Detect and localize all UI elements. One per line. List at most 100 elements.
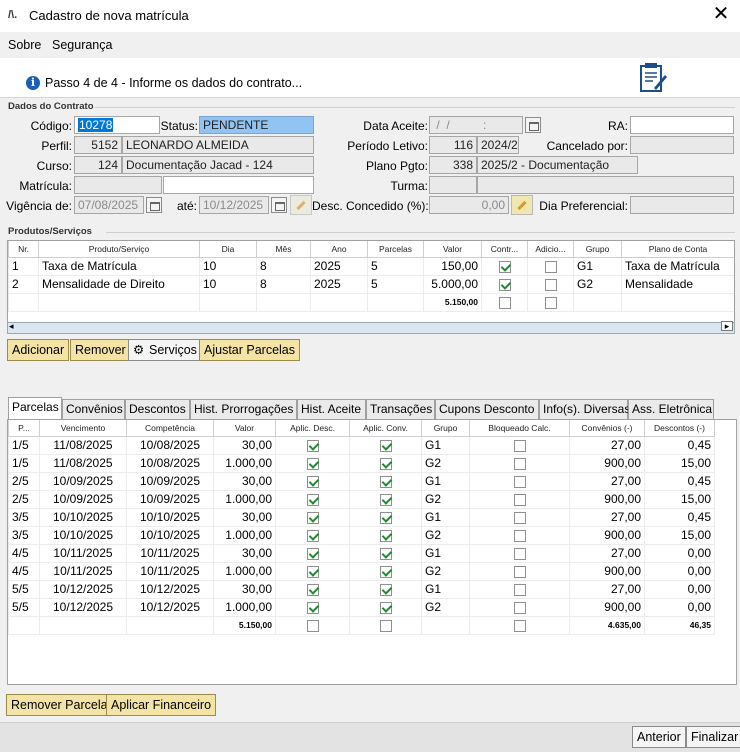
produtos-col-header[interactable]: Contr... <box>481 241 528 258</box>
parcela-cell-aplic-desc[interactable] <box>275 489 350 509</box>
adicionar-button[interactable]: Adicionar <box>7 339 70 361</box>
remover-button[interactable]: Remover <box>70 339 131 361</box>
parcelas-col-header[interactable]: Valor <box>213 420 276 437</box>
menu-seguranca[interactable]: Segurança <box>52 38 112 52</box>
table-row[interactable]: 3/5 10/10/2025 10/10/2025 1.000,00 G2 900,00 1… <box>8 525 715 545</box>
contr-checkbox[interactable] <box>498 296 511 309</box>
aplic-conv-checkbox[interactable] <box>379 493 392 506</box>
contr-checkbox[interactable] <box>498 278 511 291</box>
bloqueado-checkbox[interactable] <box>513 547 526 560</box>
tab-cupons-desconto[interactable]: Cupons Desconto <box>435 399 539 419</box>
finalizar-button[interactable]: Finalizar <box>686 726 740 748</box>
parcela-cell-bloqueado[interactable] <box>469 435 570 455</box>
parcela-cell-bloqueado[interactable] <box>469 615 570 635</box>
matricula-extra-field[interactable] <box>163 176 314 194</box>
produtos-grid[interactable]: Nr. Produto/Serviço Dia Mês Ano Parcelas Valor… <box>7 240 735 333</box>
parcelas-col-header[interactable]: Aplic. Desc. <box>275 420 350 437</box>
produtos-col-header[interactable]: Plano de Conta <box>621 241 734 258</box>
aplic-conv-checkbox[interactable] <box>379 457 392 470</box>
tab-info-s-diversas[interactable]: Info(s). Diversas <box>539 399 630 419</box>
contr-checkbox[interactable] <box>498 260 511 273</box>
bloqueado-checkbox[interactable] <box>513 529 526 542</box>
parcelas-col-header[interactable]: P... <box>8 420 40 437</box>
menu-sobre[interactable]: Sobre <box>8 38 41 52</box>
parcela-cell-bloqueado[interactable] <box>469 597 570 617</box>
aplic-conv-checkbox[interactable] <box>379 601 392 614</box>
adic-checkbox[interactable] <box>544 260 557 273</box>
aplic-conv-checkbox[interactable] <box>379 475 392 488</box>
produtos-col-header[interactable]: Dia <box>199 241 257 258</box>
parcelas-grid[interactable]: P... Vencimento Competência Valor Aplic. Des… <box>7 419 737 685</box>
parcela-cell-aplic-conv[interactable] <box>349 525 422 545</box>
table-row[interactable]: 1 Taxa de Matrícula 10 8 2025 5 150,00 G1 Taxa d… <box>8 256 734 276</box>
aplic-desc-checkbox[interactable] <box>306 475 319 488</box>
parcela-cell-bloqueado[interactable] <box>469 543 570 563</box>
produtos-col-header[interactable]: Mês <box>256 241 311 258</box>
aplic-desc-checkbox[interactable] <box>306 619 319 632</box>
produtos-col-header[interactable]: Nr. <box>8 241 39 258</box>
desc-field[interactable]: 0,00 <box>429 196 509 214</box>
parcela-cell-bloqueado[interactable] <box>469 507 570 527</box>
produtos-col-header[interactable]: Produto/Serviço <box>38 241 200 258</box>
vigencia-de-calendar-icon[interactable] <box>146 197 162 213</box>
vigencia-ate-calendar-icon[interactable] <box>271 197 287 213</box>
bloqueado-checkbox[interactable] <box>513 493 526 506</box>
tab-hist-prorroga-es[interactable]: Hist. Prorrogações <box>190 399 297 419</box>
aplic-desc-checkbox[interactable] <box>306 601 319 614</box>
parcela-cell-aplic-conv[interactable] <box>349 597 422 617</box>
ra-field[interactable] <box>630 116 734 134</box>
ajustar-parcelas-button[interactable]: Ajustar Parcelas <box>199 339 301 361</box>
parcelas-col-header[interactable]: Aplic. Conv. <box>349 420 422 437</box>
bloqueado-checkbox[interactable] <box>513 619 526 632</box>
parcela-cell-aplic-conv[interactable] <box>349 507 422 527</box>
aplic-desc-checkbox[interactable] <box>306 547 319 560</box>
bloqueado-checkbox[interactable] <box>513 565 526 578</box>
parcela-cell-aplic-desc[interactable] <box>275 507 350 527</box>
aplic-conv-checkbox[interactable] <box>379 547 392 560</box>
bloqueado-checkbox[interactable] <box>513 583 526 596</box>
parcela-cell-aplic-desc[interactable] <box>275 597 350 617</box>
bloqueado-checkbox[interactable] <box>513 475 526 488</box>
tab-descontos[interactable]: Descontos <box>125 399 190 419</box>
scroll-right-icon[interactable]: ▸ <box>721 321 733 331</box>
produtos-col-header[interactable]: Grupo <box>573 241 622 258</box>
produtos-scrollbar[interactable]: ◂ ▸ <box>7 321 735 334</box>
produto-cell-adic[interactable] <box>527 292 574 312</box>
parcela-cell-aplic-conv[interactable] <box>349 615 422 635</box>
table-row[interactable]: 4/5 10/11/2025 10/11/2025 1.000,00 G2 900,00 0… <box>8 561 715 581</box>
parcela-cell-bloqueado[interactable] <box>469 525 570 545</box>
bloqueado-checkbox[interactable] <box>513 601 526 614</box>
data-aceite-calendar-icon[interactable] <box>525 117 541 133</box>
produtos-col-header[interactable]: Parcelas <box>367 241 424 258</box>
table-row[interactable]: 1/5 11/08/2025 10/08/2025 30,00 G1 27,00 0,45 <box>8 435 715 455</box>
parcela-cell-aplic-desc[interactable] <box>275 435 350 455</box>
produtos-col-header[interactable]: Adicio... <box>527 241 574 258</box>
produtos-col-header[interactable]: Ano <box>310 241 368 258</box>
tab-ass-eletr-nica[interactable]: Ass. Eletrônica <box>628 399 714 419</box>
parcelas-col-header[interactable]: Grupo <box>421 420 470 437</box>
bloqueado-checkbox[interactable] <box>513 511 526 524</box>
tab-hist-aceite[interactable]: Hist. Aceite <box>297 399 366 419</box>
codigo-field[interactable]: 10278 <box>74 116 160 134</box>
desc-edit-icon[interactable] <box>511 195 533 215</box>
aplic-desc-checkbox[interactable] <box>306 565 319 578</box>
parcela-cell-aplic-desc[interactable] <box>275 615 350 635</box>
produto-cell-contr[interactable] <box>481 274 528 294</box>
table-row[interactable]: 3/5 10/10/2025 10/10/2025 30,00 G1 27,00 0,45 <box>8 507 715 527</box>
parcelas-col-header[interactable]: Descontos (-) <box>644 420 715 437</box>
parcela-cell-aplic-desc[interactable] <box>275 561 350 581</box>
parcela-cell-aplic-conv[interactable] <box>349 435 422 455</box>
aplic-conv-checkbox[interactable] <box>379 619 392 632</box>
parcela-cell-aplic-desc[interactable] <box>275 471 350 491</box>
aplic-conv-checkbox[interactable] <box>379 583 392 596</box>
adic-checkbox[interactable] <box>544 278 557 291</box>
table-row[interactable]: 2/5 10/09/2025 10/09/2025 1.000,00 G2 900,00 1… <box>8 489 715 509</box>
aplic-desc-checkbox[interactable] <box>306 583 319 596</box>
parcelas-col-header[interactable]: Competência <box>126 420 214 437</box>
parcela-cell-bloqueado[interactable] <box>469 453 570 473</box>
vigencia-edit-icon[interactable] <box>290 195 312 215</box>
aplic-conv-checkbox[interactable] <box>379 529 392 542</box>
parcela-cell-aplic-conv[interactable] <box>349 561 422 581</box>
parcela-cell-aplic-conv[interactable] <box>349 579 422 599</box>
parcela-cell-aplic-desc[interactable] <box>275 453 350 473</box>
